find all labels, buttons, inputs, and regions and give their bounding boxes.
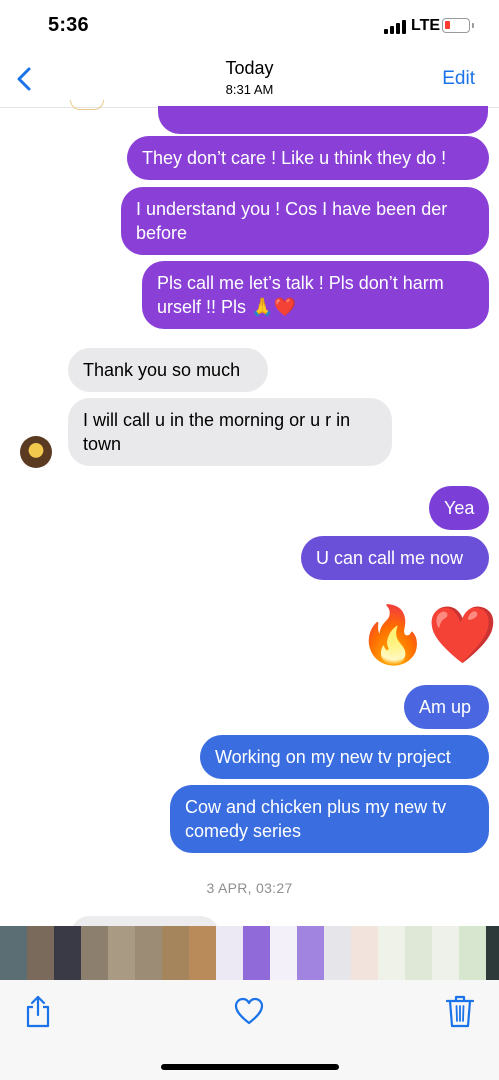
status-bar: 5:36 LTE: [0, 0, 499, 50]
message-bubble-outgoing[interactable]: Working on my new tv project: [200, 735, 489, 779]
message-bubble-outgoing[interactable]: They don’t care ! Like u think they do !: [127, 136, 489, 180]
edit-button[interactable]: Edit: [442, 68, 475, 90]
nav-title-group: Today 8:31 AM: [0, 58, 499, 97]
photo-thumbnail[interactable]: [162, 926, 189, 980]
message-bubble-outgoing[interactable]: Pls call me let’s talk ! Pls don’t harm …: [142, 261, 489, 329]
photo-thumbnail[interactable]: [270, 926, 297, 980]
photo-thumbnail[interactable]: [432, 926, 459, 980]
signal-icon: [384, 20, 406, 34]
battery-icon: [442, 18, 474, 33]
contact-avatar[interactable]: [20, 436, 52, 468]
heart-icon[interactable]: [233, 994, 265, 1028]
avatar-edge: [70, 100, 104, 110]
home-indicator[interactable]: [161, 1064, 339, 1070]
photo-thumbnail[interactable]: [459, 926, 486, 980]
message-bubble-cropped: [158, 106, 488, 134]
emoji-message[interactable]: 🔥❤️: [358, 606, 497, 666]
photo-thumbnail[interactable]: [0, 926, 27, 980]
nav-title: Today: [225, 58, 274, 78]
photo-thumbnail[interactable]: [216, 926, 243, 980]
photo-thumbnail[interactable]: [324, 926, 351, 980]
photo-thumbnail[interactable]: [27, 926, 54, 980]
share-icon[interactable]: [22, 994, 54, 1028]
photo-thumbnail[interactable]: [81, 926, 108, 980]
message-timestamp: 3 APR, 03:27: [206, 880, 293, 896]
photo-thumbnail[interactable]: [351, 926, 378, 980]
message-bubble-outgoing[interactable]: Am up: [404, 685, 489, 729]
message-bubble-outgoing[interactable]: I understand you ! Cos I have been der b…: [121, 187, 489, 255]
network-label: LTE: [411, 17, 441, 34]
message-bubble-outgoing[interactable]: Cow and chicken plus my new tv comedy se…: [170, 785, 489, 853]
photo-thumbnail[interactable]: [135, 926, 162, 980]
message-bubble-incoming[interactable]: Thank you so much: [68, 348, 268, 392]
message-bubble-incoming[interactable]: I will call u in the morning or u r in t…: [68, 398, 392, 466]
photo-thumbnail-strip[interactable]: [0, 926, 499, 980]
status-time: 5:36: [48, 14, 89, 36]
photo-thumbnail[interactable]: [378, 926, 405, 980]
trash-icon[interactable]: [444, 994, 476, 1028]
photo-thumbnail[interactable]: [297, 926, 324, 980]
message-bubble-outgoing[interactable]: U can call me now: [301, 536, 489, 580]
nav-subtitle: 8:31 AM: [225, 82, 274, 97]
photo-thumbnail[interactable]: [189, 926, 216, 980]
photo-thumbnail[interactable]: [405, 926, 432, 980]
photo-thumbnail[interactable]: [486, 926, 499, 980]
photo-thumbnail[interactable]: [54, 926, 81, 980]
photo-thumbnail[interactable]: [108, 926, 135, 980]
message-bubble-outgoing[interactable]: Yea: [429, 486, 489, 530]
photo-thumbnail[interactable]: [243, 926, 270, 980]
